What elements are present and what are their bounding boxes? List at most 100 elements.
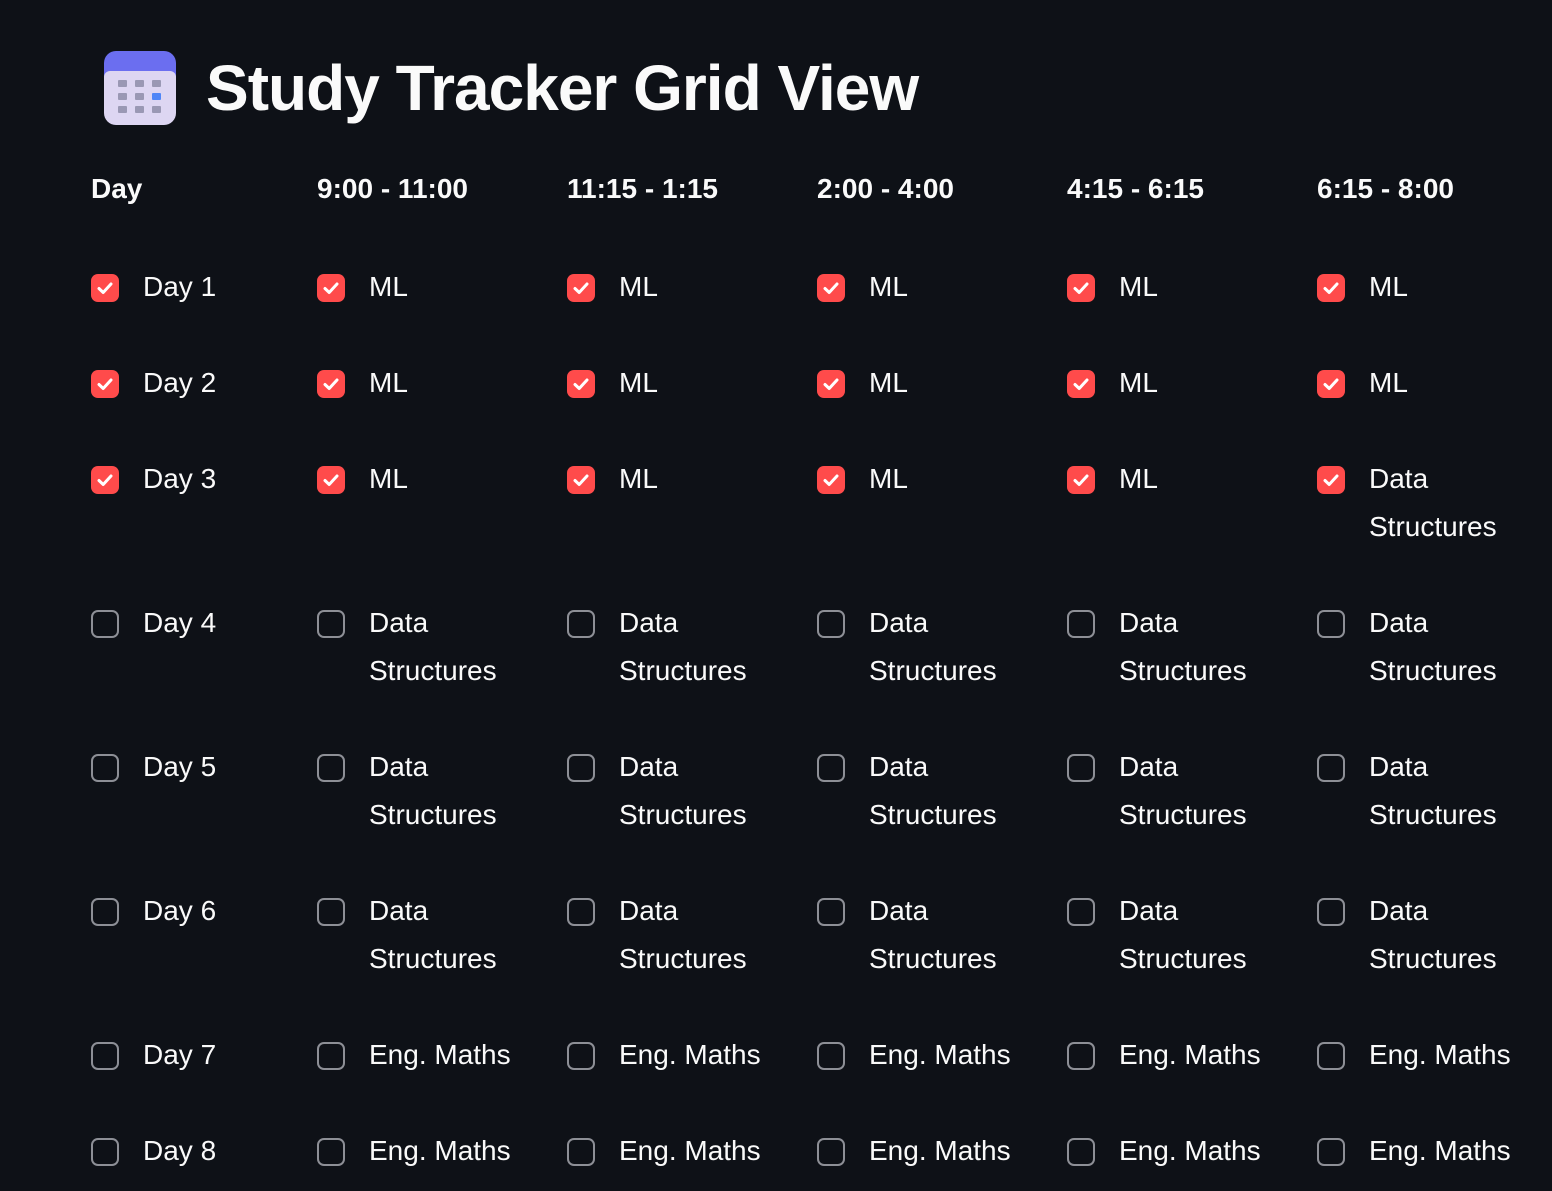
day-checkbox[interactable]: Day 3	[91, 463, 291, 503]
checkbox-checked[interactable]	[317, 370, 345, 398]
day-checkbox[interactable]: Day 7	[91, 1039, 291, 1079]
slot-checkbox[interactable]: ML	[1067, 367, 1292, 407]
slot-checkbox[interactable]: ML	[817, 271, 1042, 311]
checkbox-unchecked[interactable]	[817, 1138, 845, 1166]
slot-checkbox[interactable]: Data Structures	[1067, 607, 1292, 695]
slot-checkbox[interactable]: ML	[1317, 271, 1542, 311]
slot-checkbox[interactable]: Eng. Maths	[317, 1135, 542, 1175]
slot-checkbox[interactable]: ML	[1317, 367, 1542, 407]
checkbox-unchecked[interactable]	[317, 754, 345, 782]
checkbox-unchecked[interactable]	[1067, 610, 1095, 638]
checkbox-unchecked[interactable]	[567, 1138, 595, 1166]
checkbox-unchecked[interactable]	[567, 754, 595, 782]
checkbox-checked[interactable]	[567, 370, 595, 398]
checkbox-checked[interactable]	[317, 466, 345, 494]
checkbox-unchecked[interactable]	[317, 1138, 345, 1166]
checkbox-unchecked[interactable]	[817, 1042, 845, 1070]
checkbox-unchecked[interactable]	[91, 1042, 119, 1070]
slot-checkbox[interactable]: Data Structures	[317, 751, 542, 839]
checkbox-label: Data Structures	[619, 751, 747, 830]
slot-checkbox[interactable]: ML	[567, 271, 792, 311]
slot-checkbox[interactable]: Eng. Maths	[1317, 1039, 1542, 1079]
slot-checkbox[interactable]: Data Structures	[567, 895, 792, 983]
slot-checkbox[interactable]: Data Structures	[567, 607, 792, 695]
checkbox-checked[interactable]	[91, 370, 119, 398]
checkbox-checked[interactable]	[91, 466, 119, 494]
checkbox-unchecked[interactable]	[817, 610, 845, 638]
checkbox-checked[interactable]	[567, 274, 595, 302]
checkbox-unchecked[interactable]	[1067, 1138, 1095, 1166]
checkbox-unchecked[interactable]	[1317, 610, 1345, 638]
day-checkbox[interactable]: Day 2	[91, 367, 291, 407]
checkbox-unchecked[interactable]	[91, 610, 119, 638]
checkbox-label: Eng. Maths	[1119, 1039, 1261, 1070]
checkbox-unchecked[interactable]	[91, 898, 119, 926]
slot-checkbox[interactable]: Eng. Maths	[1067, 1039, 1292, 1079]
checkbox-checked[interactable]	[1067, 274, 1095, 302]
slot-checkbox[interactable]: Eng. Maths	[817, 1135, 1042, 1175]
checkmark-icon	[97, 282, 113, 294]
day-checkbox[interactable]: Day 4	[91, 607, 291, 647]
checkbox-unchecked[interactable]	[1317, 898, 1345, 926]
checkbox-unchecked[interactable]	[91, 1138, 119, 1166]
checkbox-unchecked[interactable]	[567, 1042, 595, 1070]
checkbox-checked[interactable]	[567, 466, 595, 494]
slot-checkbox[interactable]: Eng. Maths	[567, 1039, 792, 1079]
checkbox-checked[interactable]	[317, 274, 345, 302]
checkbox-unchecked[interactable]	[567, 610, 595, 638]
checkbox-checked[interactable]	[817, 466, 845, 494]
slot-checkbox[interactable]: Data Structures	[1317, 895, 1542, 983]
slot-checkbox[interactable]: Eng. Maths	[317, 1039, 542, 1079]
slot-checkbox[interactable]: Data Structures	[1067, 895, 1292, 983]
day-checkbox[interactable]: Day 1	[91, 271, 291, 311]
slot-checkbox[interactable]: Data Structures	[317, 895, 542, 983]
slot-checkbox[interactable]: ML	[817, 367, 1042, 407]
slot-checkbox[interactable]: Data Structures	[1067, 751, 1292, 839]
slot-checkbox[interactable]: ML	[1067, 463, 1292, 503]
slot-checkbox[interactable]: Eng. Maths	[1067, 1135, 1292, 1175]
slot-checkbox[interactable]: Data Structures	[317, 607, 542, 695]
checkbox-checked[interactable]	[1067, 370, 1095, 398]
checkbox-unchecked[interactable]	[1067, 1042, 1095, 1070]
slot-checkbox[interactable]: Data Structures	[1317, 751, 1542, 839]
slot-checkbox[interactable]: ML	[817, 463, 1042, 503]
checkbox-checked[interactable]	[1317, 274, 1345, 302]
checkbox-checked[interactable]	[817, 370, 845, 398]
checkbox-unchecked[interactable]	[317, 610, 345, 638]
checkbox-unchecked[interactable]	[317, 898, 345, 926]
checkbox-checked[interactable]	[91, 274, 119, 302]
checkbox-unchecked[interactable]	[567, 898, 595, 926]
slot-checkbox[interactable]: Data Structures	[817, 895, 1042, 983]
slot-checkbox[interactable]: Eng. Maths	[817, 1039, 1042, 1079]
checkbox-unchecked[interactable]	[1067, 898, 1095, 926]
checkbox-unchecked[interactable]	[1317, 1042, 1345, 1070]
checkbox-checked[interactable]	[1067, 466, 1095, 494]
checkbox-unchecked[interactable]	[317, 1042, 345, 1070]
day-checkbox[interactable]: Day 6	[91, 895, 291, 935]
slot-checkbox[interactable]: ML	[317, 463, 542, 503]
checkbox-checked[interactable]	[1317, 370, 1345, 398]
slot-checkbox[interactable]: Eng. Maths	[1317, 1135, 1542, 1175]
slot-checkbox[interactable]: ML	[567, 463, 792, 503]
checkbox-unchecked[interactable]	[817, 898, 845, 926]
checkbox-checked[interactable]	[817, 274, 845, 302]
checkbox-unchecked[interactable]	[91, 754, 119, 782]
checkbox-unchecked[interactable]	[1067, 754, 1095, 782]
checkbox-unchecked[interactable]	[1317, 1138, 1345, 1166]
slot-checkbox[interactable]: Data Structures	[567, 751, 792, 839]
slot-checkbox[interactable]: Eng. Maths	[567, 1135, 792, 1175]
checkbox-unchecked[interactable]	[817, 754, 845, 782]
checkbox-unchecked[interactable]	[1317, 754, 1345, 782]
slot-checkbox[interactable]: Data Structures	[817, 751, 1042, 839]
slot-checkbox[interactable]: Data Structures	[817, 607, 1042, 695]
checkbox-checked[interactable]	[1317, 466, 1345, 494]
slot-checkbox[interactable]: ML	[317, 367, 542, 407]
slot-checkbox[interactable]: Data Structures	[1317, 463, 1542, 551]
slot-checkbox[interactable]: ML	[567, 367, 792, 407]
day-checkbox[interactable]: Day 5	[91, 751, 291, 791]
day-checkbox[interactable]: Day 8	[91, 1135, 291, 1175]
slot-checkbox[interactable]: ML	[317, 271, 542, 311]
slot-checkbox[interactable]: Data Structures	[1317, 607, 1542, 695]
slot-checkbox[interactable]: ML	[1067, 271, 1292, 311]
checkmark-icon	[97, 474, 113, 486]
